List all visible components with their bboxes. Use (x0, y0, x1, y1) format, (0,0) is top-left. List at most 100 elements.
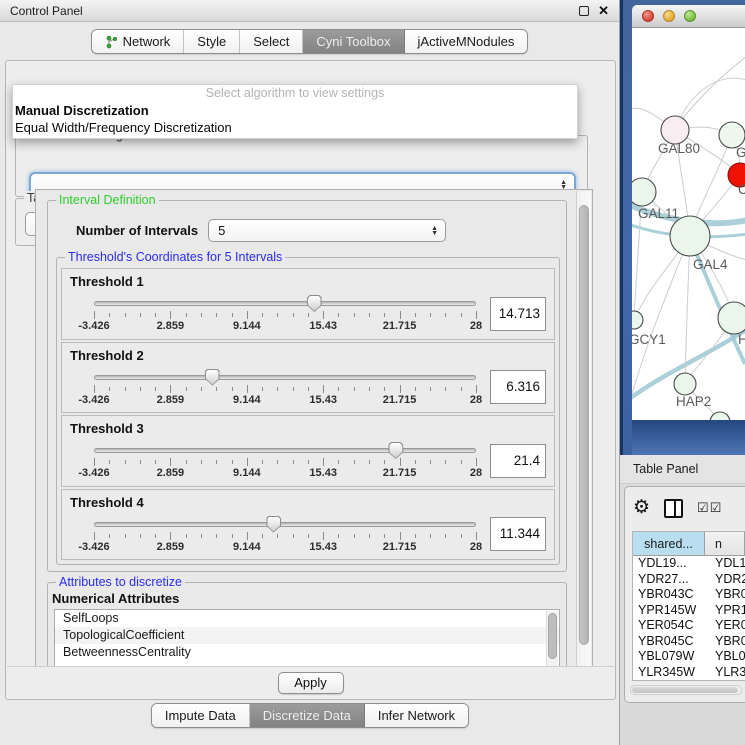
slider-scale-labels: -3.4262.8599.14415.4321.71528 (94, 467, 476, 479)
name-cell[interactable]: YLR3 (705, 665, 745, 681)
shared-name-cell[interactable]: YER054C (633, 618, 705, 634)
attribute-list-item[interactable]: SelfLoops (55, 610, 559, 627)
list-scrollbar-thumb[interactable] (548, 613, 557, 659)
table-row[interactable]: YPR145WYPR1 (633, 603, 745, 619)
network-window-titlebar[interactable] (632, 5, 745, 28)
table-horizontal-scrollbar[interactable] (630, 685, 742, 695)
list-scrollbar[interactable] (546, 611, 558, 667)
tab-jactivemnodules[interactable]: jActiveMNodules (405, 30, 528, 53)
attribute-list-item[interactable]: BetweennessCentrality (55, 644, 559, 661)
name-cell[interactable]: YDL1 (705, 556, 745, 572)
network-node[interactable] (632, 311, 643, 329)
threshold-value-field[interactable]: 14.713 (490, 297, 546, 331)
name-cell[interactable]: YPR1 (705, 603, 745, 619)
shared-name-cell[interactable]: YBR043C (633, 587, 705, 603)
tab-label: Infer Network (378, 708, 455, 723)
tab-infer-network[interactable]: Infer Network (365, 704, 468, 727)
table-row[interactable]: YDR27...YDR2 (633, 572, 745, 588)
split-columns-icon[interactable] (664, 499, 683, 518)
tab-discretize-data[interactable]: Discretize Data (250, 704, 365, 727)
shared-name-cell[interactable]: YPR145W (633, 603, 705, 619)
close-traffic-light-icon[interactable] (642, 10, 654, 22)
threshold-slider[interactable]: -3.4262.8599.14415.4321.71528 (94, 367, 476, 409)
shared-name-cell[interactable]: YBL079W (633, 649, 705, 665)
threshold-slider[interactable]: -3.4262.8599.14415.4321.71528 (94, 514, 476, 556)
table-row[interactable]: YIL053CYIL0 (633, 680, 745, 681)
network-node[interactable] (661, 116, 689, 144)
slider-track[interactable] (94, 522, 476, 527)
table-row[interactable]: YDL19...YDL1 (633, 556, 745, 572)
scale-tick-label: 28 (470, 320, 482, 332)
name-cell[interactable]: YDR2 (705, 572, 745, 588)
combo-value: 5 (218, 223, 225, 238)
threshold-value-field[interactable]: 6.316 (490, 370, 546, 404)
shared-name-cell[interactable]: YDR27... (633, 572, 705, 588)
table-row[interactable]: YBR043CYBR0 (633, 587, 745, 603)
tab-select[interactable]: Select (240, 30, 303, 53)
network-node[interactable] (670, 216, 710, 256)
slider-track[interactable] (94, 301, 476, 306)
select-columns-checkboxes-icon[interactable]: ☑☑ (697, 500, 722, 516)
close-icon[interactable]: ✕ (598, 6, 609, 16)
gear-icon[interactable]: ⚙ (633, 498, 650, 518)
network-node[interactable] (718, 302, 745, 334)
shared-name-cell[interactable]: YLR345W (633, 665, 705, 681)
zoom-traffic-light-icon[interactable] (684, 10, 696, 22)
network-node[interactable] (632, 178, 656, 206)
table-row[interactable]: YER054CYER0 (633, 618, 745, 634)
scale-tick-label: 21.715 (383, 541, 417, 553)
attribute-list-item[interactable]: TopologicalCoefficient (55, 627, 559, 644)
column-header-shared-name[interactable]: shared... (633, 532, 705, 555)
scale-tick-label: 9.144 (233, 320, 261, 332)
name-cell[interactable]: YBR0 (705, 634, 745, 650)
scale-tick-label: 2.859 (157, 320, 185, 332)
name-cell[interactable]: YER0 (705, 618, 745, 634)
table-horizontal-scrollbar-thumb[interactable] (632, 687, 738, 693)
shared-name-cell[interactable]: YDL19... (633, 556, 705, 572)
name-cell[interactable]: YIL0 (705, 680, 745, 681)
threshold-slider[interactable]: -3.4262.8599.14415.4321.71528 (94, 293, 476, 335)
tab-cyni-toolbox[interactable]: Cyni Toolbox (303, 30, 404, 53)
tab-network[interactable]: Network (92, 30, 185, 53)
apply-button[interactable]: Apply (278, 672, 344, 694)
shared-name-cell[interactable]: YBR045C (633, 634, 705, 650)
network-edge[interactable] (678, 56, 745, 124)
table-panel-title: Table Panel (620, 462, 698, 476)
threshold-slider[interactable]: -3.4262.8599.14415.4321.71528 (94, 440, 476, 482)
threshold-value-field[interactable]: 21.4 (490, 444, 546, 478)
table-panel: ⚙ ☑☑ shared... n YDL19...YDL1YDR27...YDR… (624, 486, 745, 703)
shared-name-cell[interactable]: YIL053C (633, 680, 705, 681)
numerical-attributes-label: Numerical Attributes (52, 591, 179, 606)
minimize-traffic-light-icon[interactable] (663, 10, 675, 22)
num-intervals-label: Number of Intervals (76, 223, 198, 238)
bottom-tab-bar: Impute Data Discretize Data Infer Networ… (0, 703, 620, 728)
table-row[interactable]: YLR345WYLR3 (633, 665, 745, 681)
tab-style[interactable]: Style (184, 30, 240, 53)
threshold-value-field[interactable]: 11.344 (490, 517, 546, 551)
slider-thumb[interactable] (388, 442, 403, 459)
popup-option-manual-discretization[interactable]: Manual Discretization (13, 102, 577, 119)
settings-scrollbar-thumb[interactable] (579, 205, 589, 645)
slider-track[interactable] (94, 448, 476, 453)
network-canvas[interactable]: GAL80GAGAL11GAL4CGCY1HHAP2 (632, 28, 745, 420)
popup-option-equal-width-frequency[interactable]: Equal Width/Frequency Discretization (13, 119, 577, 136)
name-cell[interactable]: YBR0 (705, 587, 745, 603)
slider-thumb[interactable] (205, 369, 220, 386)
threshold-label: Threshold 3 (70, 421, 546, 436)
table-row[interactable]: YBR045CYBR0 (633, 634, 745, 650)
column-header-name[interactable]: n (705, 532, 745, 555)
slider-thumb[interactable] (307, 295, 322, 312)
threshold-panel: Threshold 4-3.4262.8599.14415.4321.71528… (61, 489, 555, 561)
slider-track[interactable] (94, 375, 476, 380)
scale-tick-label: 21.715 (383, 320, 417, 332)
settings-scrollbar[interactable] (576, 191, 591, 667)
slider-thumb[interactable] (266, 516, 281, 533)
num-intervals-combobox[interactable]: 5 ▲▼ (208, 219, 446, 242)
network-node[interactable] (674, 373, 696, 395)
scale-tick-label: -3.426 (78, 394, 109, 406)
table-row[interactable]: YBL079WYBL0 (633, 649, 745, 665)
tab-impute-data[interactable]: Impute Data (152, 704, 250, 727)
float-window-icon[interactable] (579, 6, 589, 16)
name-cell[interactable]: YBL0 (705, 649, 745, 665)
scale-tick-label: 15.43 (309, 320, 337, 332)
